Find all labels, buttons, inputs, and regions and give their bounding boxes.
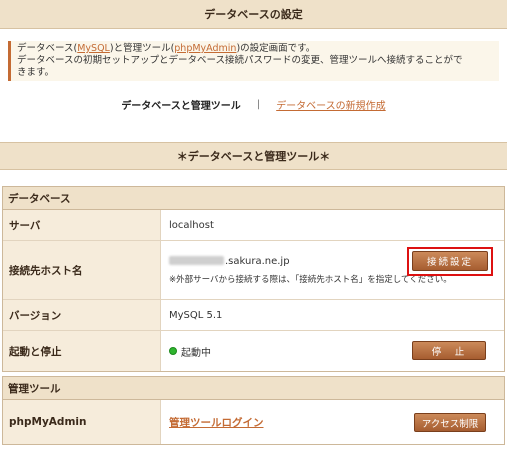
tools-panel-header: 管理ツール [3, 377, 504, 400]
host-value: .sakura.ne.jp [169, 256, 290, 267]
connect-settings-button[interactable]: 接続設定 [412, 251, 488, 271]
tools-panel: 管理ツール phpMyAdmin 管理ツールログイン アクセス制限 [2, 376, 505, 445]
access-limit-button[interactable]: アクセス制限 [414, 413, 486, 432]
version-label: バージョン [3, 300, 161, 330]
new-database-link[interactable]: データベースの新規作成 [276, 97, 386, 112]
admin-tool-login-link[interactable]: 管理ツールログイン [169, 415, 264, 430]
description-text: )の設定画面です。 [236, 43, 316, 54]
server-label: サーバ [3, 210, 161, 240]
section-header: ＊データベースと管理ツール＊ [0, 142, 507, 170]
phpmyadmin-label: phpMyAdmin [3, 400, 161, 444]
version-value: MySQL 5.1 [161, 300, 504, 330]
host-row: 接続先ホスト名 .sakura.ne.jp ※外部サーバから接続する際は、「接続… [3, 241, 504, 300]
database-panel: データベース サーバ localhost 接続先ホスト名 .sakura.ne.… [2, 186, 505, 372]
mysql-link[interactable]: MySQL [77, 43, 110, 54]
server-row: サーバ localhost [3, 210, 504, 241]
subnav-current-item: データベースと管理ツール [121, 100, 241, 112]
status-row: 起動と停止 起動中 停 止 [3, 331, 504, 371]
version-row: バージョン MySQL 5.1 [3, 300, 504, 331]
database-panel-header: データベース [3, 187, 504, 210]
status-value: 起動中 [181, 347, 211, 359]
phpmyadmin-link[interactable]: phpMyAdmin [174, 43, 236, 54]
description-line-3: きます。 [17, 67, 55, 78]
page-title-bar: データベースの設定 [0, 0, 507, 29]
section-title: ＊データベースと管理ツール＊ [176, 150, 331, 163]
host-domain: .sakura.ne.jp [225, 255, 290, 267]
page-title: データベースの設定 [204, 8, 303, 21]
phpmyadmin-value-cell: 管理ツールログイン アクセス制限 [161, 400, 504, 444]
phpmyadmin-row: phpMyAdmin 管理ツールログイン アクセス制限 [3, 400, 504, 444]
server-value: localhost [161, 210, 504, 240]
running-status-icon [169, 347, 177, 355]
description-text: )と管理ツール( [109, 43, 175, 54]
description-line-2: データベースの初期セットアップとデータベース接続パスワードの変更、管理ツールへ接… [17, 55, 463, 66]
sub-navigation: データベースと管理ツール | データベースの新規作成 [0, 97, 507, 112]
stop-button[interactable]: 停 止 [412, 341, 486, 360]
status-label: 起動と停止 [3, 331, 161, 371]
description-text: データベース( [17, 43, 78, 54]
description-line-1: データベース(MySQL)と管理ツール(phpMyAdmin)の設定画面です。 [17, 43, 493, 55]
status-value-cell: 起動中 停 止 [161, 331, 504, 371]
description-box: データベース(MySQL)と管理ツール(phpMyAdmin)の設定画面です。 … [8, 41, 499, 81]
subnav-separator: | [256, 98, 261, 110]
host-value-cell: .sakura.ne.jp ※外部サーバから接続する際は、「接続先ホスト名」を指… [161, 241, 504, 299]
host-label: 接続先ホスト名 [3, 241, 161, 299]
redacted-hostname [169, 256, 224, 265]
